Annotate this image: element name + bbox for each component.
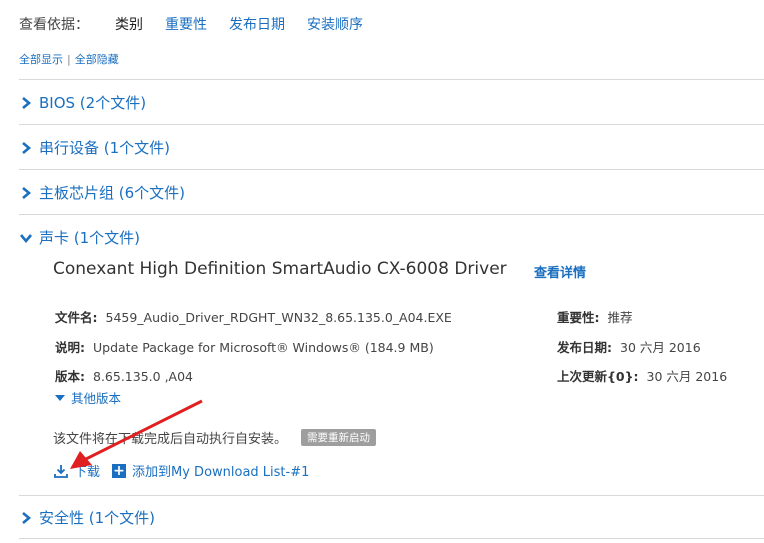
sort-label: 查看依据：	[19, 17, 89, 33]
release-date-label: 发布日期:	[557, 340, 612, 355]
description-label: 说明:	[55, 340, 85, 355]
category-label: 串行设备 (1个文件)	[39, 139, 171, 157]
release-date-value: 30 六月 2016	[620, 340, 701, 355]
chevron-right-icon	[22, 186, 32, 199]
last-updated-value: 30 六月 2016	[646, 369, 728, 384]
category-bios[interactable]: BIOS (2个文件)	[19, 92, 764, 113]
category-label: 声卡 (1个文件)	[39, 229, 141, 247]
hide-all-link[interactable]: 全部隐藏	[75, 53, 119, 66]
divider	[19, 495, 764, 496]
chevron-right-icon	[22, 141, 32, 154]
divider	[19, 214, 764, 215]
last-updated-row: 上次更新{0}: 30 六月 2016	[557, 366, 727, 385]
sort-option-category[interactable]: 类别	[115, 14, 143, 34]
sort-option-importance[interactable]: 重要性	[165, 14, 207, 34]
chevron-right-icon	[22, 511, 32, 524]
description-row: 说明: Update Package for Microsoft® Windows…	[55, 337, 434, 356]
show-hide-toggle: 全部显示 | 全部隐藏	[19, 51, 119, 67]
toggle-separator: |	[67, 53, 71, 66]
driver-title: Conexant High Definition SmartAudio CX-6…	[53, 259, 507, 279]
filename-row: 文件名: 5459_Audio_Driver_RDGHT_WN32_8.65.13…	[55, 307, 452, 326]
sort-option-install-order[interactable]: 安装顺序	[307, 14, 363, 34]
category-label: 主板芯片组 (6个文件)	[39, 184, 186, 202]
view-details-link[interactable]: 查看详情	[534, 262, 586, 281]
category-chipset[interactable]: 主板芯片组 (6个文件)	[19, 182, 764, 203]
sort-option-release-date[interactable]: 发布日期	[229, 14, 285, 34]
category-security[interactable]: 安全性 (1个文件)	[19, 507, 764, 528]
description-value: Update Package for Microsoft® Windows® (…	[93, 340, 434, 355]
importance-value: 推荐	[607, 310, 633, 325]
chevron-down-icon	[20, 233, 32, 243]
chevron-right-icon	[22, 96, 32, 109]
category-audio[interactable]: 声卡 (1个文件)	[19, 227, 764, 248]
sort-bar: 查看依据： 类别 重要性 发布日期 安装顺序	[19, 14, 385, 34]
version-value: 8.65.135.0 ,A04	[93, 369, 193, 384]
category-label: BIOS (2个文件)	[39, 94, 147, 112]
importance-row: 重要性: 推荐	[557, 307, 633, 326]
category-label: 安全性 (1个文件)	[39, 509, 156, 527]
divider	[19, 79, 764, 80]
filename-value: 5459_Audio_Driver_RDGHT_WN32_8.65.135.0_…	[105, 310, 452, 325]
category-serial-devices[interactable]: 串行设备 (1个文件)	[19, 137, 764, 158]
version-row: 版本: 8.65.135.0 ,A04	[55, 366, 193, 385]
importance-label: 重要性:	[557, 310, 600, 325]
show-all-link[interactable]: 全部显示	[19, 53, 63, 66]
filename-label: 文件名:	[55, 310, 98, 325]
restart-required-badge: 需要重新启动	[301, 429, 377, 446]
divider	[19, 538, 764, 539]
last-updated-label: 上次更新{0}:	[557, 369, 639, 384]
divider	[19, 169, 764, 170]
release-date-row: 发布日期: 30 六月 2016	[557, 337, 701, 356]
version-label: 版本:	[55, 369, 85, 384]
annotation-arrow-icon	[70, 399, 203, 469]
divider	[19, 124, 764, 125]
